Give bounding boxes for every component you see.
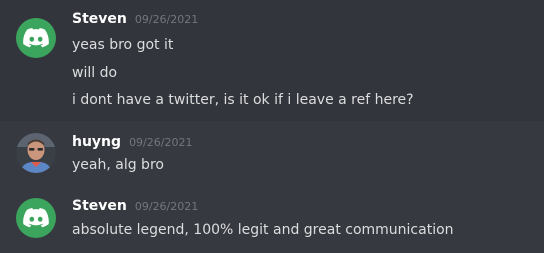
message-header: huyng 09/26/2021 — [72, 134, 192, 150]
user-photo-avatar[interactable] — [16, 133, 56, 173]
username[interactable]: Steven — [72, 198, 127, 214]
message-text: i dont have a twitter, is it ok if i lea… — [72, 92, 414, 108]
username[interactable]: Steven — [72, 11, 127, 27]
discord-logo-icon[interactable] — [16, 198, 56, 238]
timestamp[interactable]: 09/26/2021 — [135, 13, 198, 26]
username[interactable]: huyng — [72, 134, 121, 150]
message-text: yeas bro got it — [72, 37, 174, 53]
message-text: absolute legend, 100% legit and great co… — [72, 222, 454, 238]
message-text: yeah, alg bro — [72, 157, 164, 173]
message-group-steven-1[interactable]: Steven 09/26/2021 yeas bro got it will d… — [0, 0, 544, 121]
message-text: will do — [72, 65, 118, 81]
message-group-steven-2[interactable]: Steven 09/26/2021 absolute legend, 100% … — [0, 186, 544, 253]
timestamp[interactable]: 09/26/2021 — [135, 200, 198, 213]
message-header: Steven 09/26/2021 — [72, 198, 198, 214]
discord-logo-svg — [23, 28, 49, 48]
avatar-photo-svg — [16, 133, 56, 173]
discord-logo-icon[interactable] — [16, 18, 56, 58]
message-group-huyng[interactable]: huyng 09/26/2021 yeah, alg bro — [0, 121, 544, 186]
chat-message-list: Steven 09/26/2021 yeas bro got it will d… — [0, 0, 544, 253]
discord-logo-svg — [23, 208, 49, 228]
timestamp[interactable]: 09/26/2021 — [129, 136, 192, 149]
message-header: Steven 09/26/2021 — [72, 11, 198, 27]
